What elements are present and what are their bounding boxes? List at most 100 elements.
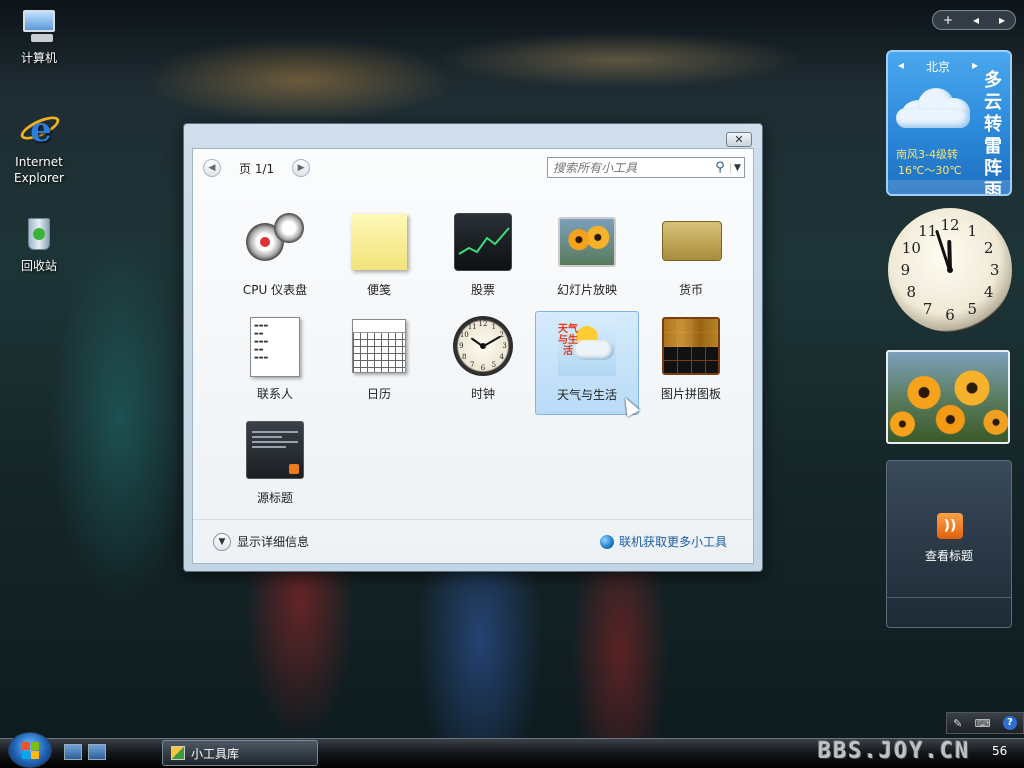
clock-center-dot — [480, 343, 486, 349]
pen-icon[interactable]: ✎ — [953, 717, 962, 730]
gadget-label: 源标题 — [256, 491, 293, 505]
tray-clock[interactable]: 56 — [992, 744, 1007, 758]
show-desktop-icon[interactable] — [64, 744, 82, 760]
pager: ◀ 页 1/1 ▶ — [203, 157, 311, 179]
feed-view-headlines[interactable]: 查看标题 — [887, 547, 1011, 564]
clock-center-dot — [947, 267, 953, 273]
gadget-cpu-meter[interactable]: CPU 仪表盘 — [223, 207, 327, 311]
gadget-label: 图片拼图板 — [660, 387, 721, 401]
clock-numeral: 7 — [922, 299, 933, 318]
show-details-toggle[interactable]: ▼ 显示详细信息 — [213, 532, 310, 551]
clock-numeral: 12 — [940, 216, 960, 235]
gadget-calendar[interactable]: 日历 — [327, 311, 431, 415]
internet-explorer-icon: e — [17, 110, 63, 150]
help-icon[interactable]: ? — [1002, 716, 1017, 730]
weather-wind: 南风3-4级转 — [896, 148, 958, 161]
gadget-stocks[interactable]: 股票 — [431, 207, 535, 311]
weather-gadget[interactable]: ◂ 北京 ▸ 多 云 转 雷 阵 雨 南风3-4级转 16℃～30℃ — [886, 50, 1012, 196]
weather-thumb-text: 天气与生活 — [558, 324, 578, 357]
computer-icon — [19, 6, 59, 46]
desktop-icon-internet-explorer[interactable]: e Internet Explorer — [6, 110, 72, 186]
switch-windows-icon[interactable] — [88, 744, 106, 760]
stocks-icon — [452, 211, 514, 273]
calendar-icon — [348, 315, 410, 377]
chevron-down-icon[interactable]: ▼ — [730, 162, 744, 173]
slideshow-icon — [556, 211, 618, 273]
gadget-label: 幻灯片放映 — [556, 283, 617, 297]
recycle-bin-icon — [19, 214, 59, 254]
next-page-button[interactable]: ▶ — [292, 159, 311, 177]
search-icon[interactable]: ⚲ — [710, 160, 730, 175]
gadget-label: 联系人 — [256, 387, 293, 401]
weather-condition: 多 云 转 雷 阵 雨 — [984, 70, 1002, 196]
clock-numeral: 10 — [459, 331, 469, 340]
get-more-gadgets-link[interactable]: 联机获取更多小工具 — [599, 533, 727, 550]
close-button[interactable]: ✕ — [726, 132, 752, 147]
get-more-gadgets-label: 联机获取更多小工具 — [618, 535, 727, 549]
clock-numeral: 6 — [480, 363, 486, 372]
cloud-icon — [896, 86, 972, 130]
clock-numeral: 1 — [967, 222, 978, 241]
desktop-icon-computer[interactable]: 计算机 — [6, 6, 72, 66]
feed-headlines-icon — [244, 419, 306, 481]
gadget-label: 时钟 — [470, 387, 495, 401]
search-box: ⚲ ▼ — [547, 157, 745, 178]
search-input[interactable] — [548, 160, 710, 175]
clock-numeral: 1 — [491, 323, 497, 332]
clock-numeral: 3 — [502, 342, 507, 350]
gadget-currency[interactable]: 货币 — [639, 207, 743, 311]
clock-numeral: 6 — [945, 305, 955, 324]
desktop-icon-label: Internet Explorer — [14, 155, 64, 185]
language-bar: ✎ ⌨ ? — [946, 712, 1024, 734]
notes-icon — [348, 211, 410, 273]
gadget-notes[interactable]: 便笺 — [327, 207, 431, 311]
sidebar-controls: + ◂ ▸ — [932, 10, 1016, 30]
currency-icon — [660, 211, 722, 273]
clock-numeral: 9 — [459, 342, 464, 350]
next-icon[interactable]: ▸ — [999, 13, 1005, 27]
add-gadget-button[interactable]: + — [943, 13, 953, 27]
previous-page-button[interactable]: ◀ — [203, 159, 221, 177]
feed-headlines-gadget[interactable]: )) 查看标题 — [886, 460, 1012, 628]
gadget-slideshow[interactable]: 幻灯片放映 — [535, 207, 639, 311]
clock-numeral: 5 — [967, 299, 978, 318]
weather-city-row: ◂ 北京 ▸ — [898, 58, 978, 75]
desktop-icon-label: 计算机 — [20, 51, 57, 65]
gadget-label: 货币 — [678, 283, 703, 297]
weather-icon: 天气与生活 — [556, 316, 618, 378]
gadget-contacts[interactable]: ▬▬▬ ▬▬ ▬▬▬ ▬▬ ▬▬▬ 联系人 — [223, 311, 327, 415]
gadget-label: 日历 — [366, 387, 391, 401]
gadget-label: 股票 — [470, 283, 495, 297]
next-icon[interactable]: ▸ — [972, 58, 978, 75]
clock-numeral: 11 — [467, 323, 477, 332]
weather-temperature: 16℃～30℃ — [898, 164, 962, 177]
gallery-content: ◀ 页 1/1 ▶ ⚲ ▼ CPU 仪表盘 便笺 股票 — [192, 148, 754, 564]
picture-puzzle-icon — [660, 315, 722, 377]
clock-numeral: 4 — [499, 352, 504, 361]
previous-icon[interactable]: ◂ — [898, 58, 904, 75]
globe-icon — [599, 534, 614, 549]
clock-numeral: 4 — [983, 283, 994, 302]
show-details-label: 显示详细信息 — [237, 535, 310, 549]
gadget-label: CPU 仪表盘 — [242, 283, 308, 297]
cpu-meter-icon — [244, 211, 306, 273]
contacts-icon: ▬▬▬ ▬▬ ▬▬▬ ▬▬ ▬▬▬ — [244, 315, 306, 377]
clock-icon: 1 2 3 4 5 6 7 8 9 10 11 12 — [452, 315, 514, 377]
gadget-feed-headlines[interactable]: 源标题 — [223, 415, 327, 519]
clock-numeral: 12 — [478, 320, 488, 329]
weather-city: 北京 — [925, 60, 950, 74]
gadget-picture-puzzle[interactable]: 图片拼图板 — [639, 311, 743, 415]
clock-numeral: 8 — [906, 283, 917, 302]
clock-numeral: 2 — [983, 238, 994, 257]
gadget-clock[interactable]: 1 2 3 4 5 6 7 8 9 10 11 12 时钟 — [431, 311, 535, 415]
clock-numeral: 5 — [491, 360, 497, 369]
slideshow-gadget[interactable] — [886, 350, 1010, 444]
clock-numeral: 7 — [469, 360, 475, 369]
keyboard-icon[interactable]: ⌨ — [975, 717, 991, 730]
clock-gadget[interactable]: 1 2 3 4 5 6 7 8 9 10 11 12 — [888, 208, 1012, 332]
clock-numeral: 3 — [989, 261, 1000, 279]
previous-icon[interactable]: ◂ — [973, 13, 979, 27]
taskbar-item-gadget-gallery[interactable]: 小工具库 — [162, 740, 318, 766]
start-button[interactable] — [8, 732, 52, 768]
desktop-icon-recycle-bin[interactable]: 回收站 — [6, 214, 72, 274]
